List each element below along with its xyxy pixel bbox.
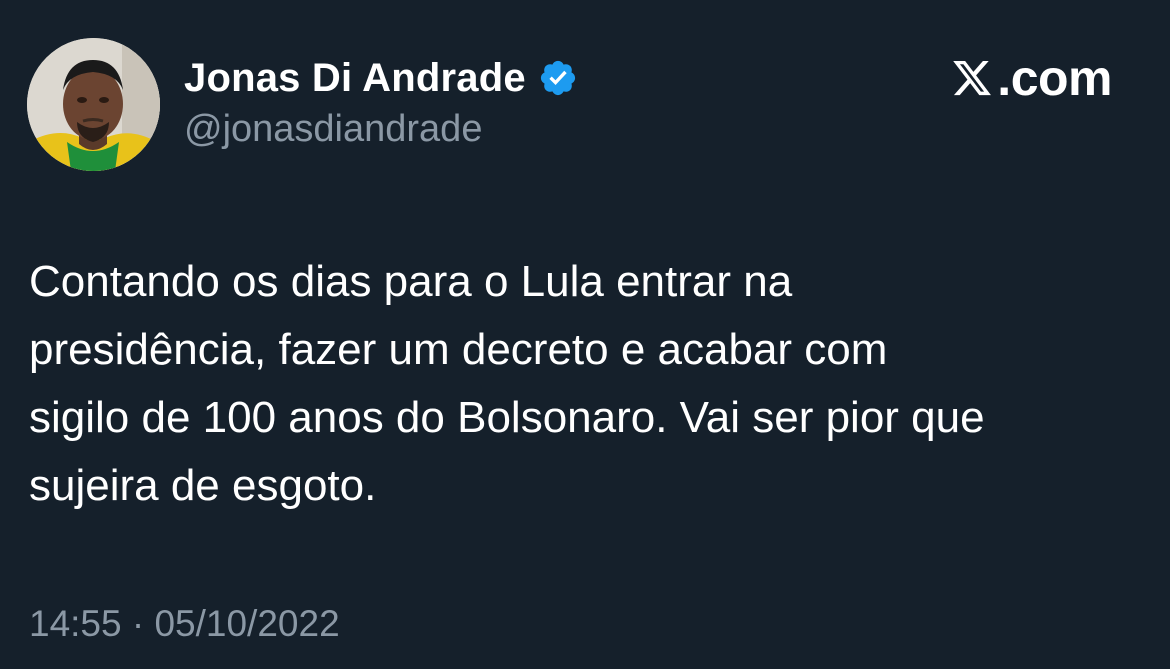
brand-watermark: .com <box>951 48 1112 108</box>
tweet-text: Contando os dias para o Lula entrar na p… <box>29 257 985 510</box>
x-logo-icon <box>951 57 993 99</box>
author-name-row: Jonas Di Andrade <box>184 52 578 104</box>
avatar[interactable] <box>27 38 160 171</box>
profile-photo-icon <box>27 38 160 171</box>
author-handle[interactable]: @jonasdiandrade <box>184 108 482 151</box>
brand-domain-text: .com <box>997 50 1112 106</box>
verified-badge-icon <box>538 58 578 98</box>
tweet-timestamp[interactable]: 14:55 · 05/10/2022 <box>29 603 340 645</box>
author-display-name[interactable]: Jonas Di Andrade <box>184 56 526 101</box>
tweet-card: Jonas Di Andrade @jonasdiandrade .com Co… <box>0 0 1170 669</box>
